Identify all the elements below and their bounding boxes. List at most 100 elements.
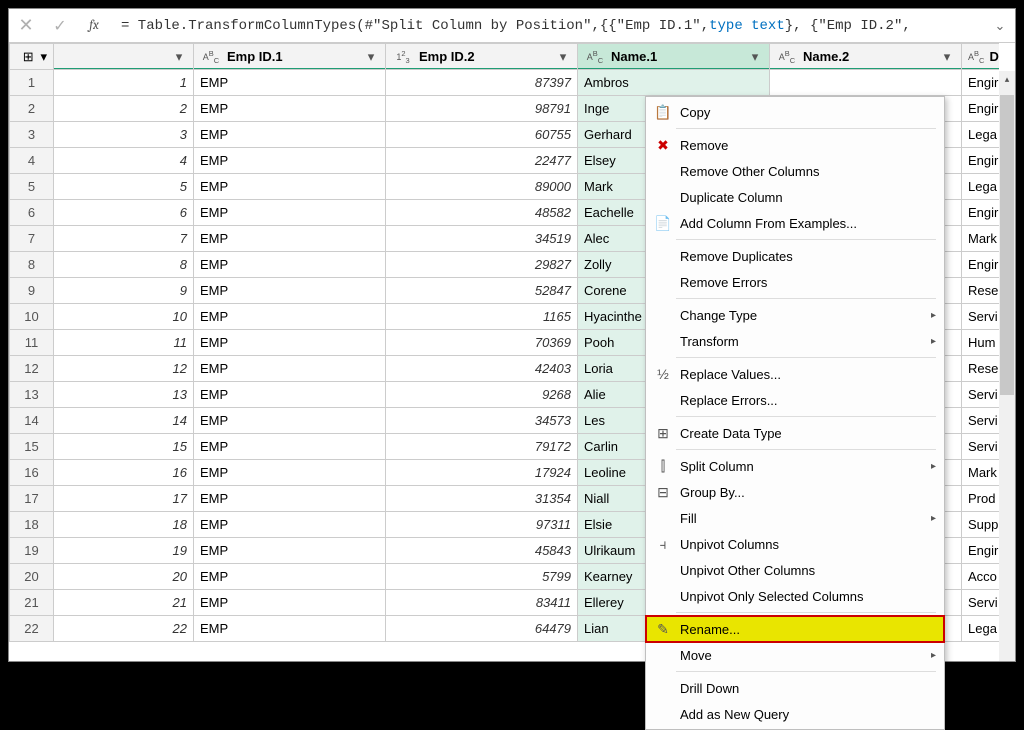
cell[interactable]: 13 (54, 382, 194, 408)
row-number[interactable]: 10 (10, 304, 54, 330)
cell[interactable]: 97311 (386, 512, 578, 538)
row-number[interactable]: 9 (10, 278, 54, 304)
formula-expand-icon[interactable]: ⌄ (985, 18, 1015, 34)
cell[interactable]: EMP (194, 382, 386, 408)
chevron-down-icon[interactable]: ▾ (363, 49, 379, 65)
cell[interactable]: Servi (962, 382, 1000, 408)
table-corner[interactable]: ⊞ ▾ (10, 44, 54, 70)
cell[interactable]: EMP (194, 460, 386, 486)
cell[interactable]: Engir (962, 252, 1000, 278)
row-number[interactable]: 7 (10, 226, 54, 252)
cell[interactable]: 9 (54, 278, 194, 304)
cell[interactable]: 19 (54, 538, 194, 564)
menu-item-remove-other-columns[interactable]: Remove Other Columns (646, 158, 944, 184)
cell[interactable]: EMP (194, 538, 386, 564)
row-number[interactable]: 18 (10, 512, 54, 538)
cell[interactable]: 8 (54, 252, 194, 278)
cell[interactable]: 98791 (386, 96, 578, 122)
row-number[interactable]: 6 (10, 200, 54, 226)
cell[interactable]: 31354 (386, 486, 578, 512)
row-number[interactable]: 13 (10, 382, 54, 408)
chevron-down-icon[interactable]: ▾ (555, 49, 571, 65)
cell[interactable]: 70369 (386, 330, 578, 356)
menu-item-remove[interactable]: ✖Remove (646, 132, 944, 158)
row-number[interactable]: 20 (10, 564, 54, 590)
table-row[interactable]: 11EMP87397AmbrosEngir (10, 70, 1000, 96)
cell[interactable]: 42403 (386, 356, 578, 382)
menu-item-remove-duplicates[interactable]: Remove Duplicates (646, 243, 944, 269)
confirm-formula-icon[interactable]: ✓ (43, 9, 77, 43)
menu-item-move[interactable]: Move▸ (646, 642, 944, 668)
menu-item-transform[interactable]: Transform▸ (646, 328, 944, 354)
cell[interactable]: EMP (194, 148, 386, 174)
row-number[interactable]: 15 (10, 434, 54, 460)
row-number[interactable]: 12 (10, 356, 54, 382)
cell[interactable]: EMP (194, 616, 386, 642)
cell[interactable]: 29827 (386, 252, 578, 278)
cell[interactable]: 89000 (386, 174, 578, 200)
chevron-down-icon[interactable]: ▾ (171, 49, 187, 65)
formula-input[interactable]: = Table.TransformColumnTypes(#"Split Col… (111, 9, 985, 42)
menu-item-unpivot-only-selected-columns[interactable]: Unpivot Only Selected Columns (646, 583, 944, 609)
cell[interactable]: Servi (962, 590, 1000, 616)
column-header-dep[interactable]: ABCDep▾ (962, 44, 1000, 70)
cell[interactable]: EMP (194, 122, 386, 148)
cell[interactable]: Rese (962, 356, 1000, 382)
cell[interactable]: Servi (962, 434, 1000, 460)
cell[interactable]: 18 (54, 512, 194, 538)
cell[interactable]: 2 (54, 96, 194, 122)
cell[interactable]: EMP (194, 96, 386, 122)
cell[interactable]: 20 (54, 564, 194, 590)
column-header-name-1[interactable]: ABCName.1▾ (578, 44, 770, 70)
cell[interactable]: 87397 (386, 70, 578, 96)
menu-item-replace-errors-[interactable]: Replace Errors... (646, 387, 944, 413)
cell[interactable]: EMP (194, 200, 386, 226)
cell[interactable]: Engir (962, 70, 1000, 96)
cell[interactable]: 1165 (386, 304, 578, 330)
cell[interactable]: 64479 (386, 616, 578, 642)
cell[interactable]: 5799 (386, 564, 578, 590)
menu-item-group-by-[interactable]: ⊟Group By... (646, 479, 944, 505)
row-number[interactable]: 1 (10, 70, 54, 96)
cell[interactable]: EMP (194, 70, 386, 96)
menu-item-split-column[interactable]: ⫿Split Column▸ (646, 453, 944, 479)
cell[interactable]: Lega (962, 122, 1000, 148)
cell[interactable]: 17 (54, 486, 194, 512)
menu-item-remove-errors[interactable]: Remove Errors (646, 269, 944, 295)
cell[interactable]: Hum (962, 330, 1000, 356)
column-header-name-2[interactable]: ABCName.2▾ (770, 44, 962, 70)
row-number[interactable]: 8 (10, 252, 54, 278)
cell[interactable]: Mark (962, 226, 1000, 252)
cell[interactable]: 1 (54, 70, 194, 96)
menu-item-change-type[interactable]: Change Type▸ (646, 302, 944, 328)
row-number[interactable]: 4 (10, 148, 54, 174)
cell[interactable]: EMP (194, 278, 386, 304)
menu-item-unpivot-other-columns[interactable]: Unpivot Other Columns (646, 557, 944, 583)
cell[interactable]: EMP (194, 590, 386, 616)
row-number[interactable]: 3 (10, 122, 54, 148)
row-number[interactable]: 17 (10, 486, 54, 512)
row-number[interactable]: 5 (10, 174, 54, 200)
menu-item-rename-[interactable]: ✎Rename... (646, 616, 944, 642)
cell[interactable]: 15 (54, 434, 194, 460)
cell[interactable]: 14 (54, 408, 194, 434)
cell[interactable]: EMP (194, 434, 386, 460)
cell[interactable]: 48582 (386, 200, 578, 226)
cell[interactable]: 79172 (386, 434, 578, 460)
cell[interactable]: EMP (194, 330, 386, 356)
row-number[interactable]: 16 (10, 460, 54, 486)
cell[interactable]: Lega (962, 174, 1000, 200)
cell[interactable]: 52847 (386, 278, 578, 304)
cell[interactable]: EMP (194, 304, 386, 330)
cell[interactable]: EMP (194, 512, 386, 538)
cell[interactable]: 34519 (386, 226, 578, 252)
cell[interactable]: Supp (962, 512, 1000, 538)
row-number[interactable]: 2 (10, 96, 54, 122)
row-number[interactable]: 19 (10, 538, 54, 564)
cell[interactable]: 6 (54, 200, 194, 226)
cell[interactable]: 22 (54, 616, 194, 642)
cell[interactable]: EMP (194, 486, 386, 512)
row-number[interactable]: 22 (10, 616, 54, 642)
cancel-formula-icon[interactable]: ✕ (9, 9, 43, 43)
column-header-index[interactable]: ▾ (54, 44, 194, 70)
